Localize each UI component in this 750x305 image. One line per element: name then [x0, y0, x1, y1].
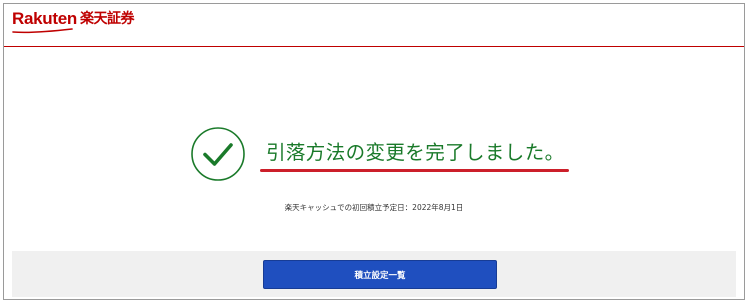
- first-deposit-date-value: 2022年8月1日: [412, 203, 464, 212]
- message-underline: [260, 169, 569, 172]
- logo-japanese-text: 楽天証券: [79, 11, 135, 27]
- footer-bar: 積立設定一覧: [12, 251, 736, 297]
- completion-status: 引落方法の変更を完了しました。: [190, 126, 569, 182]
- completion-message: 引落方法の変更を完了しました。: [266, 141, 565, 164]
- logo-wordmark-text: Rakuten: [12, 9, 77, 28]
- main-content: 引落方法の変更を完了しました。 楽天キャッシュでの初回積立予定日：2022年8月…: [4, 47, 744, 251]
- completion-message-wrap: 引落方法の変更を完了しました。: [260, 140, 569, 172]
- first-deposit-date-label: 楽天キャッシュでの初回積立予定日：: [284, 203, 413, 212]
- first-deposit-date-info: 楽天キャッシュでの初回積立予定日：2022年8月1日: [4, 202, 744, 213]
- check-circle-icon: [191, 127, 245, 181]
- header: Rakuten 楽天証券: [4, 4, 744, 47]
- page-frame: Rakuten 楽天証券 引落方法の変更を完了しました。 楽天キャッシュでの初回…: [3, 3, 745, 300]
- logo-wordmark: Rakuten: [12, 9, 77, 34]
- investment-settings-list-button[interactable]: 積立設定一覧: [263, 260, 497, 289]
- rakuten-logo[interactable]: Rakuten 楽天証券: [12, 9, 134, 39]
- logo-swoosh-icon: [12, 28, 73, 34]
